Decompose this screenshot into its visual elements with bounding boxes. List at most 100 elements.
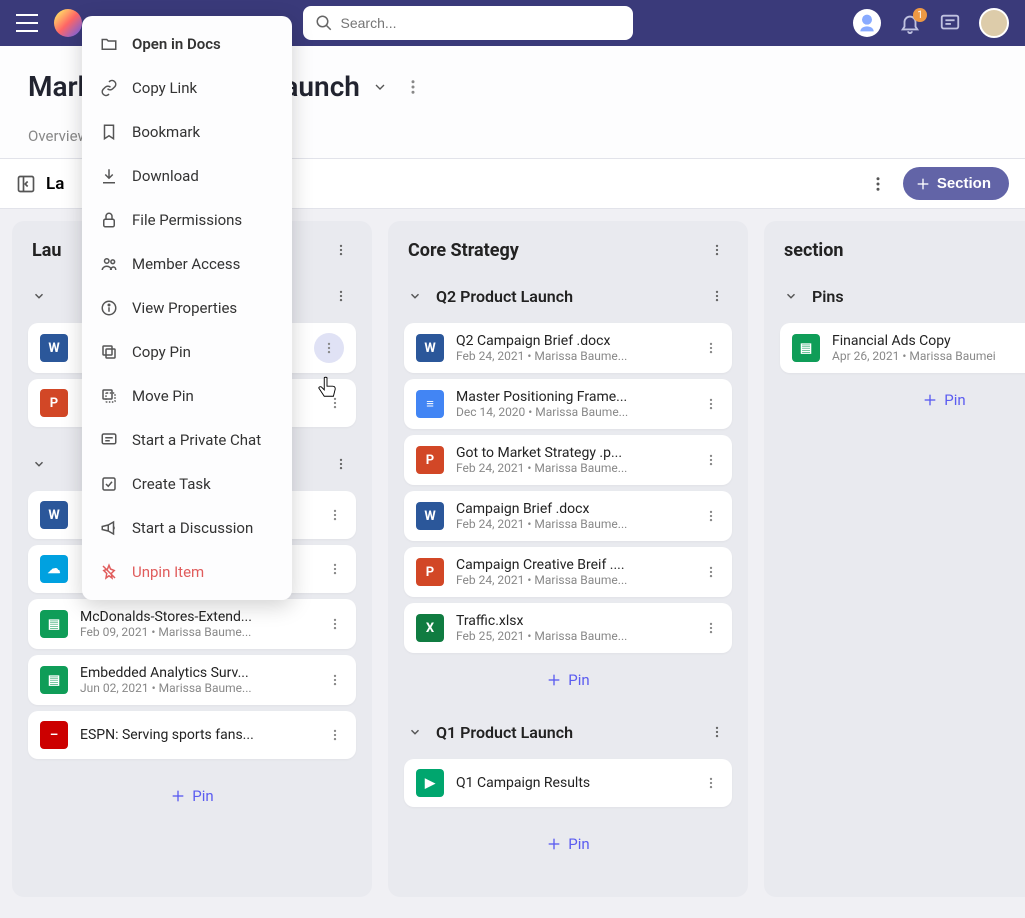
- card-text: Campaign Brief .docxFeb 24, 2021 • Maris…: [456, 501, 690, 531]
- item-menu-button[interactable]: [326, 615, 344, 633]
- chat-icon[interactable]: [939, 12, 961, 34]
- item-menu-button[interactable]: [326, 394, 344, 412]
- page-menu-button[interactable]: [400, 74, 426, 100]
- collapse-icon[interactable]: [16, 174, 36, 194]
- add-pin-button[interactable]: Pin: [772, 379, 1025, 421]
- item-menu-button[interactable]: [702, 619, 720, 637]
- menu-item-view-properties[interactable]: View Properties: [82, 286, 292, 330]
- assistant-icon[interactable]: [853, 9, 881, 37]
- add-pin-button[interactable]: Pin: [396, 823, 740, 865]
- group-menu-button[interactable]: [706, 721, 728, 743]
- chevron-down-icon[interactable]: [32, 457, 46, 471]
- item-menu-button[interactable]: [702, 339, 720, 357]
- menu-item-label: Move Pin: [132, 387, 194, 405]
- file-card[interactable]: ≡Master Positioning Frame...Dec 14, 2020…: [404, 379, 732, 429]
- menu-item-download[interactable]: Download: [82, 154, 292, 198]
- app-logo[interactable]: [54, 9, 82, 37]
- toolbar-menu-button[interactable]: [865, 171, 891, 197]
- file-card[interactable]: PCampaign Creative Breif ....Feb 24, 202…: [404, 547, 732, 597]
- menu-item-bookmark[interactable]: Bookmark: [82, 110, 292, 154]
- menu-item-member-access[interactable]: Member Access: [82, 242, 292, 286]
- add-section-button[interactable]: Section: [903, 167, 1009, 200]
- item-menu-button[interactable]: [702, 563, 720, 581]
- item-menu-button[interactable]: [702, 774, 720, 792]
- item-menu-button[interactable]: [326, 506, 344, 524]
- column-menu-button[interactable]: [330, 239, 352, 261]
- file-card[interactable]: ▤McDonalds-Stores-Extend...Feb 09, 2021 …: [28, 599, 356, 649]
- menu-item-label: Start a Discussion: [132, 519, 253, 537]
- sheets-file-icon: ▤: [40, 666, 68, 694]
- search-input[interactable]: [341, 15, 621, 31]
- menu-item-move-pin[interactable]: Move Pin: [82, 374, 292, 418]
- card-title: Master Positioning Frame...: [456, 389, 690, 405]
- group-title: Q2 Product Launch: [436, 287, 692, 306]
- card-group: Q1 Product Launch ▶Q1 Campaign Results: [396, 711, 740, 813]
- card-title: Campaign Brief .docx: [456, 501, 690, 517]
- group-menu-button[interactable]: [706, 285, 728, 307]
- ppt-file-icon: P: [416, 446, 444, 474]
- card-meta: Feb 24, 2021 • Marissa Baume...: [456, 461, 690, 475]
- group-menu-button[interactable]: [330, 285, 352, 307]
- card-text: Traffic.xlsxFeb 25, 2021 • Marissa Baume…: [456, 613, 690, 643]
- column-header: Core Strategy: [396, 233, 740, 275]
- file-card[interactable]: XTraffic.xlsxFeb 25, 2021 • Marissa Baum…: [404, 603, 732, 653]
- menu-item-copy-link[interactable]: Copy Link: [82, 66, 292, 110]
- menu-item-file-permissions[interactable]: File Permissions: [82, 198, 292, 242]
- notification-icon[interactable]: 1: [899, 12, 921, 34]
- people-icon: [100, 255, 118, 273]
- column-title: section: [784, 240, 843, 261]
- sheets-file-icon: ▤: [792, 334, 820, 362]
- card-text: McDonalds-Stores-Extend...Feb 09, 2021 •…: [80, 609, 314, 639]
- item-menu-button[interactable]: [314, 333, 344, 363]
- menu-item-unpin-item[interactable]: Unpin Item: [82, 550, 292, 594]
- file-card[interactable]: P Got to Market Strategy .p...Feb 24, 202…: [404, 435, 732, 485]
- file-card[interactable]: ▶Q1 Campaign Results: [404, 759, 732, 807]
- menu-item-create-task[interactable]: Create Task: [82, 462, 292, 506]
- card-meta: Jun 02, 2021 • Marissa Baume...: [80, 681, 314, 695]
- card-text: Embedded Analytics Surv...Jun 02, 2021 •…: [80, 665, 314, 695]
- chevron-down-icon[interactable]: [408, 289, 422, 303]
- chat-icon: [100, 431, 118, 449]
- search-box[interactable]: [303, 6, 633, 40]
- chevron-down-icon[interactable]: [408, 725, 422, 739]
- group-header: Q1 Product Launch: [396, 711, 740, 753]
- group-menu-button[interactable]: [330, 453, 352, 475]
- item-menu-button[interactable]: [702, 451, 720, 469]
- card-title: ESPN: Serving sports fans...: [80, 727, 314, 743]
- menu-item-start-a-private-chat[interactable]: Start a Private Chat: [82, 418, 292, 462]
- file-card[interactable]: –ESPN: Serving sports fans...: [28, 711, 356, 759]
- file-card[interactable]: ▤ Embedded Analytics Surv...Jun 02, 2021 …: [28, 655, 356, 705]
- card-title: Campaign Creative Breif ....: [456, 557, 690, 573]
- menu-item-copy-pin[interactable]: Copy Pin: [82, 330, 292, 374]
- item-menu-button[interactable]: [702, 395, 720, 413]
- card-text: Got to Market Strategy .p...Feb 24, 2021…: [456, 445, 690, 475]
- chevron-down-icon[interactable]: [784, 289, 798, 303]
- item-menu-button[interactable]: [326, 726, 344, 744]
- card-group: Pins▤Financial Ads CopyApr 26, 2021 • Ma…: [772, 275, 1025, 421]
- column-title: Lau: [32, 240, 61, 261]
- ppt-file-icon: P: [40, 389, 68, 417]
- item-menu-button[interactable]: [326, 671, 344, 689]
- card-title: Embedded Analytics Surv...: [80, 665, 314, 681]
- file-card[interactable]: WQ2 Campaign Brief .docxFeb 24, 2021 • M…: [404, 323, 732, 373]
- hamburger-icon[interactable]: [16, 14, 38, 32]
- user-avatar[interactable]: [979, 8, 1009, 38]
- item-menu-button[interactable]: [326, 560, 344, 578]
- menu-item-open-in-docs[interactable]: Open in Docs: [82, 22, 292, 66]
- tab-overview[interactable]: Overview: [28, 127, 89, 158]
- card-title: Q1 Campaign Results: [456, 775, 690, 791]
- menu-item-start-a-discussion[interactable]: Start a Discussion: [82, 506, 292, 550]
- add-pin-button[interactable]: Pin: [396, 659, 740, 701]
- ppt-file-icon: P: [416, 558, 444, 586]
- chevron-down-icon[interactable]: [32, 289, 46, 303]
- menu-item-label: Member Access: [132, 255, 240, 273]
- group-header: Q2 Product Launch: [396, 275, 740, 317]
- menu-item-label: Start a Private Chat: [132, 431, 261, 449]
- move-icon: [100, 387, 118, 405]
- item-menu-button[interactable]: [702, 507, 720, 525]
- column-menu-button[interactable]: [706, 239, 728, 261]
- chevron-down-icon[interactable]: [372, 79, 388, 95]
- file-card[interactable]: WCampaign Brief .docxFeb 24, 2021 • Mari…: [404, 491, 732, 541]
- file-card[interactable]: ▤Financial Ads CopyApr 26, 2021 • Mariss…: [780, 323, 1025, 373]
- add-pin-button[interactable]: Pin: [20, 775, 364, 817]
